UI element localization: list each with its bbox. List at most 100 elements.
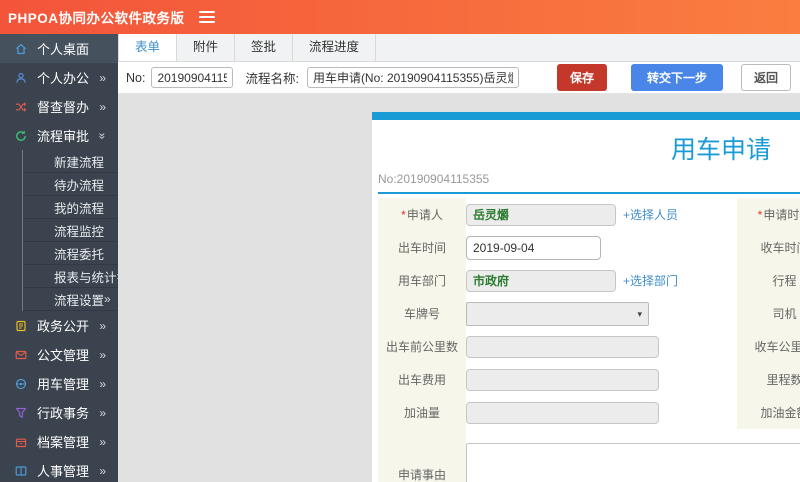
field-label-fuel-cost: 加油金额: [737, 396, 800, 429]
sidebar-item-label: 用车管理: [37, 377, 90, 392]
field-label-km-before: 出车前公里数: [378, 330, 466, 363]
back-button[interactable]: 返回: [740, 64, 791, 91]
field-label-return-time: 收车时间: [737, 231, 800, 264]
sidebar-item[interactable]: 个人办公 »: [0, 63, 118, 92]
idcard-icon: [15, 464, 29, 477]
hamburger-menu-icon[interactable]: [198, 8, 215, 26]
mail-icon: [15, 348, 29, 361]
tab[interactable]: 表单: [118, 34, 178, 61]
chevron-right-icon: »: [99, 99, 106, 114]
book-icon: [15, 319, 29, 332]
tab[interactable]: 流程进度: [293, 34, 377, 61]
form-row: *申请人+选择人员*申请时间: [378, 198, 800, 231]
funnel-icon: [15, 406, 29, 419]
forward-next-step-button[interactable]: 转交下一步: [630, 64, 723, 91]
field-label-depart-time: 出车时间: [378, 231, 466, 264]
shuffle-icon: [15, 100, 29, 113]
content-area: 用车申请 No:20190904115355 *申请人+选择人员*申请时间出车时…: [118, 94, 800, 482]
form-row: 出车费用 里程数: [378, 363, 800, 396]
chevron-right-icon: »: [99, 434, 106, 449]
archive-icon: [15, 435, 29, 448]
sidebar-item[interactable]: 用车管理 »: [0, 369, 118, 398]
submenu-item-label: 流程设置: [54, 293, 105, 308]
flow-name-label: 流程名称:: [245, 72, 299, 86]
submenu-item-label: 报表与统计: [54, 270, 117, 285]
chevron-right-icon: »: [99, 405, 106, 420]
sidebar-item[interactable]: 个人桌面: [0, 34, 118, 63]
select-dept-link[interactable]: +选择部门: [623, 272, 678, 289]
field-label-text: 司机: [772, 307, 797, 321]
field-label-text: 车牌号: [403, 307, 440, 321]
chevron-down-icon: »: [95, 132, 110, 139]
submenu-item[interactable]: 新建流程: [23, 150, 118, 173]
field-cell: +选择人员: [466, 203, 737, 226]
form-row: 出车前公里数 收车公里数: [378, 330, 800, 363]
sidebar-item-label: 行政事务: [37, 406, 90, 421]
form-row: 加油量 加油金额: [378, 396, 800, 429]
tab-bar: 表单 附件 签批 流程进度: [118, 34, 800, 62]
required-asterisk: *: [757, 207, 763, 222]
submenu-item-label: 我的流程: [54, 201, 105, 216]
form-card: 用车申请 No:20190904115355 *申请人+选择人员*申请时间出车时…: [372, 112, 800, 482]
user-icon: [15, 71, 29, 84]
no-label: No:: [126, 70, 146, 85]
save-button[interactable]: 保存: [556, 64, 607, 91]
form-row: 申请事由: [378, 429, 800, 482]
submenu-item[interactable]: 我的流程: [23, 196, 118, 219]
submenu-item[interactable]: 报表与统计»: [23, 265, 118, 288]
select-person-link[interactable]: +选择人员: [623, 206, 678, 223]
sidebar: 个人桌面 个人办公 » 督查督办 » 流程审批 » 新建流程 待办流程 我的流程 流程监控 流程委托报…: [0, 34, 118, 482]
cost-input[interactable]: [466, 368, 659, 391]
app-header: PHPOA协同办公软件政务版: [0, 0, 800, 34]
field-label-text: 出车前公里数: [385, 340, 458, 354]
field-label-reason: 申请事由: [378, 429, 466, 482]
form-title: 用车申请: [670, 136, 771, 164]
field-label-text: 加油金额: [760, 406, 800, 420]
sidebar-item[interactable]: 流程审批 »: [0, 121, 118, 150]
depart-time-input[interactable]: [466, 235, 601, 260]
flow-name-input[interactable]: [306, 67, 519, 88]
car-icon: [15, 377, 29, 390]
sidebar-item[interactable]: 档案管理 »: [0, 427, 118, 456]
field-label-itinerary: 行程: [737, 264, 800, 297]
sidebar-item[interactable]: 政务公开 »: [0, 311, 118, 340]
submenu-item[interactable]: 流程设置»: [23, 288, 118, 311]
field-label-text: 用车部门: [397, 274, 446, 288]
sidebar-item[interactable]: 人事管理 »: [0, 456, 118, 482]
field-label-cost: 出车费用: [378, 363, 466, 396]
submenu-item[interactable]: 流程委托: [23, 242, 118, 265]
submenu-item-label: 流程监控: [54, 224, 105, 239]
submenu-item-label: 新建流程: [54, 155, 105, 170]
form-row: 用车部门 +选择部门 行程: [378, 264, 800, 297]
sidebar-item-label: 档案管理: [37, 435, 90, 450]
sidebar-item-label: 个人办公: [37, 71, 90, 86]
form-row: 车牌号 ▾ 司机: [378, 297, 800, 330]
tab[interactable]: 附件: [177, 34, 236, 61]
tab[interactable]: 签批: [235, 34, 294, 61]
chevron-right-icon: »: [99, 376, 106, 391]
field-label-text: 行程: [772, 274, 797, 288]
sidebar-item-label: 督查督办: [37, 100, 90, 115]
fuel-amount-input[interactable]: [466, 401, 659, 424]
field-label-text: 收车时间: [760, 241, 800, 255]
chevron-right-icon: »: [99, 463, 106, 478]
submenu-item[interactable]: 待办流程: [23, 173, 118, 196]
sidebar-item[interactable]: 督查督办 »: [0, 92, 118, 121]
use-dept-input[interactable]: [466, 269, 616, 292]
field-label-plate-number: 车牌号: [378, 297, 466, 330]
sidebar-item[interactable]: 公文管理 »: [0, 340, 118, 369]
caret-down-icon: ▾: [637, 308, 642, 319]
reason-textarea[interactable]: [466, 443, 800, 482]
required-asterisk: *: [401, 207, 406, 222]
sidebar-item[interactable]: 行政事务 »: [0, 398, 118, 427]
chevron-right-icon: »: [99, 347, 106, 362]
applicant-input[interactable]: [466, 203, 616, 226]
sidebar-item-label: 个人桌面: [37, 42, 90, 57]
field-cell: [466, 368, 737, 391]
field-label-use-dept: 用车部门: [378, 264, 466, 297]
no-input[interactable]: [151, 67, 234, 88]
plate-number-select[interactable]: ▾: [466, 301, 649, 326]
submenu-item[interactable]: 流程监控: [23, 219, 118, 242]
km-before-input[interactable]: [466, 335, 659, 358]
main-area: 表单附件签批流程进度 No: 流程名称: 保存 转交下一步 返回 用车申请 No…: [118, 34, 800, 482]
